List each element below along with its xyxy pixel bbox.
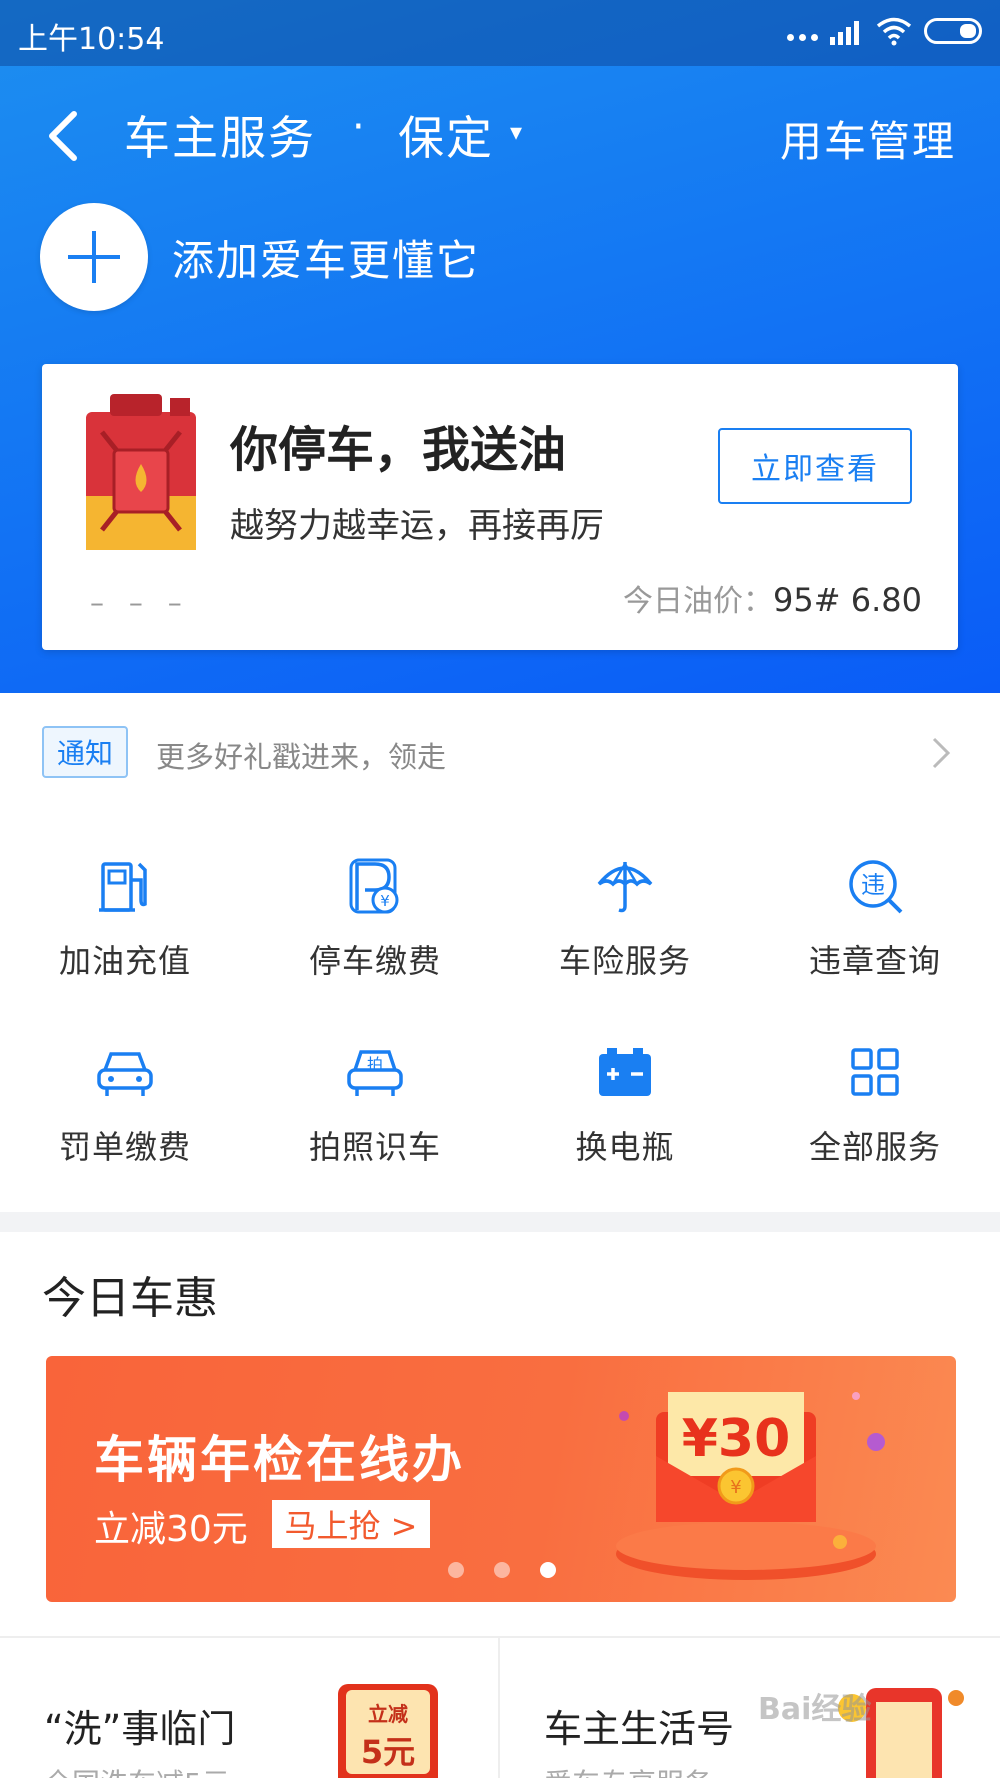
owner-life-subtitle: 爱车专享服务 (544, 1762, 712, 1778)
service-battery-replace[interactable]: 换电瓶 (500, 1022, 750, 1192)
coupon-line-1: 立减 (368, 1702, 408, 1726)
coupon-face: 立减 5元 (346, 1690, 430, 1774)
wifi-icon (876, 17, 912, 46)
oil-price-label: 今日油价： (623, 584, 774, 619)
photo-car-icon: 拍 (347, 1050, 403, 1096)
add-car-label: 添加爱车更懂它 (172, 235, 481, 285)
city-selector[interactable]: 保定 (398, 102, 494, 168)
notice-text: 更多好礼戳进来，领走 (156, 740, 447, 774)
service-label: 换电瓶 (575, 1128, 675, 1166)
page-title: 车主服务 (124, 111, 316, 165)
oil-price: 今日油价：95# 6.80 (623, 576, 922, 620)
plus-icon[interactable] (40, 203, 148, 311)
service-label: 全部服务 (808, 1128, 941, 1166)
red-envelope-icon: ¥30 ¥ (616, 1392, 885, 1580)
owner-life-title: 车主生活号 (544, 1707, 735, 1751)
svg-text:违: 违 (861, 871, 885, 899)
service-ticket-payment[interactable]: 罚单缴费 (0, 1022, 250, 1192)
chevron-right-icon[interactable] (928, 736, 954, 770)
umbrella-icon (597, 861, 653, 913)
promo-subtitle: 越努力越幸运，再接再厉 (230, 506, 604, 546)
fuel-promo-card[interactable]: 你停车，我送油 越努力越幸运，再接再厉 立即查看 – – – 今日油价：95# … (42, 364, 958, 650)
battery-icon (924, 18, 982, 44)
service-all[interactable]: 全部服务 (750, 1022, 1000, 1192)
violation-search-icon: 违 (849, 860, 903, 914)
signal-icon (830, 21, 859, 45)
annual-inspection-banner[interactable]: 车辆年检在线办 立减30元 马上抢 > ¥30 ¥ (46, 1356, 956, 1602)
promo-placeholder: – – – (90, 586, 190, 619)
service-parking-fee[interactable]: ¥ 停车缴费 (250, 836, 500, 1006)
service-label: 车险服务 (558, 942, 691, 980)
fuel-pump-icon (99, 862, 147, 912)
car-wash-title: “洗”事临门 (44, 1707, 236, 1751)
jerrycan-icon (86, 394, 196, 550)
add-car-entry[interactable]: 添加爱车更懂它 (40, 202, 480, 312)
svg-text:¥: ¥ (380, 892, 390, 910)
carousel-indicator (448, 1562, 556, 1578)
more-dots-icon (787, 17, 818, 45)
deals-section-title: 今日车惠 (42, 1273, 218, 1324)
service-label: 违章查询 (808, 942, 941, 980)
envelope-amount: ¥30 (682, 1409, 791, 1469)
parking-fee-icon: ¥ (349, 858, 399, 914)
hero-header: 上午10:54 车主服务 · 保定 ▾ 用车管理 添加爱车更懂它 你停车，我送油… (0, 0, 1000, 693)
grab-now-button[interactable]: 马上抢 > (272, 1500, 430, 1548)
carousel-dot[interactable] (494, 1562, 510, 1578)
banner-title: 车辆年检在线办 (94, 1431, 465, 1489)
section-divider (0, 1212, 1000, 1232)
title-separator: · (352, 104, 365, 150)
svg-text:拍: 拍 (367, 1055, 383, 1074)
car-management-link[interactable]: 用车管理 (780, 108, 956, 169)
back-arrow-icon[interactable] (40, 106, 90, 166)
service-label: 加油充值 (58, 942, 191, 980)
status-time: 上午10:54 (18, 22, 165, 57)
service-label: 停车缴费 (308, 942, 441, 980)
oil-price-value: 95# 6.80 (773, 581, 922, 619)
coupon-icon: 立减 5元 (338, 1684, 438, 1778)
nav-bar: 车主服务 · 保定 ▾ 用车管理 (0, 66, 1000, 196)
carousel-dot[interactable] (448, 1562, 464, 1578)
banner-subtitle: 立减30元 (94, 1509, 248, 1550)
service-fuel-recharge[interactable]: 加油充值 (0, 836, 250, 1006)
service-photo-recognition[interactable]: 拍 拍照识车 (250, 1022, 500, 1192)
service-label: 拍照识车 (308, 1128, 441, 1166)
service-car-insurance[interactable]: 车险服务 (500, 836, 750, 1006)
carousel-dot-active[interactable] (540, 1562, 556, 1578)
city-dropdown-icon[interactable]: ▾ (510, 118, 522, 146)
car-wash-subtitle: 全国洗车减5元 (44, 1762, 230, 1778)
service-label: 罚单缴费 (58, 1128, 191, 1166)
notice-tag: 通知 (42, 726, 128, 778)
status-icons (787, 16, 982, 46)
view-now-button[interactable]: 立即查看 (718, 428, 912, 504)
coupon-line-2: 5元 (360, 1733, 416, 1771)
promo-title: 你停车，我送油 (230, 422, 567, 478)
notice-bar[interactable]: 通知 更多好礼戳进来，领走 (0, 704, 1000, 800)
coin-symbol: ¥ (730, 1477, 741, 1498)
owner-life-card[interactable]: 车主生活号 爱车专享服务 (500, 1638, 1000, 1778)
grid-icon (851, 1048, 899, 1096)
status-bar: 上午10:54 (0, 0, 1000, 66)
watermark-text: Bai经验 (758, 1692, 872, 1727)
battery-icon (599, 1048, 651, 1096)
service-violation-query[interactable]: 违 违章查询 (750, 836, 1000, 1006)
car-wash-card[interactable]: “洗”事临门 全国洗车减5元 立减 5元 (0, 1638, 500, 1778)
car-icon (97, 1052, 153, 1096)
services-grid: 加油充值 ¥ 停车缴费 车险服务 违 违章查询 罚单缴费 拍 拍照识车 换电瓶 … (0, 836, 1000, 1206)
